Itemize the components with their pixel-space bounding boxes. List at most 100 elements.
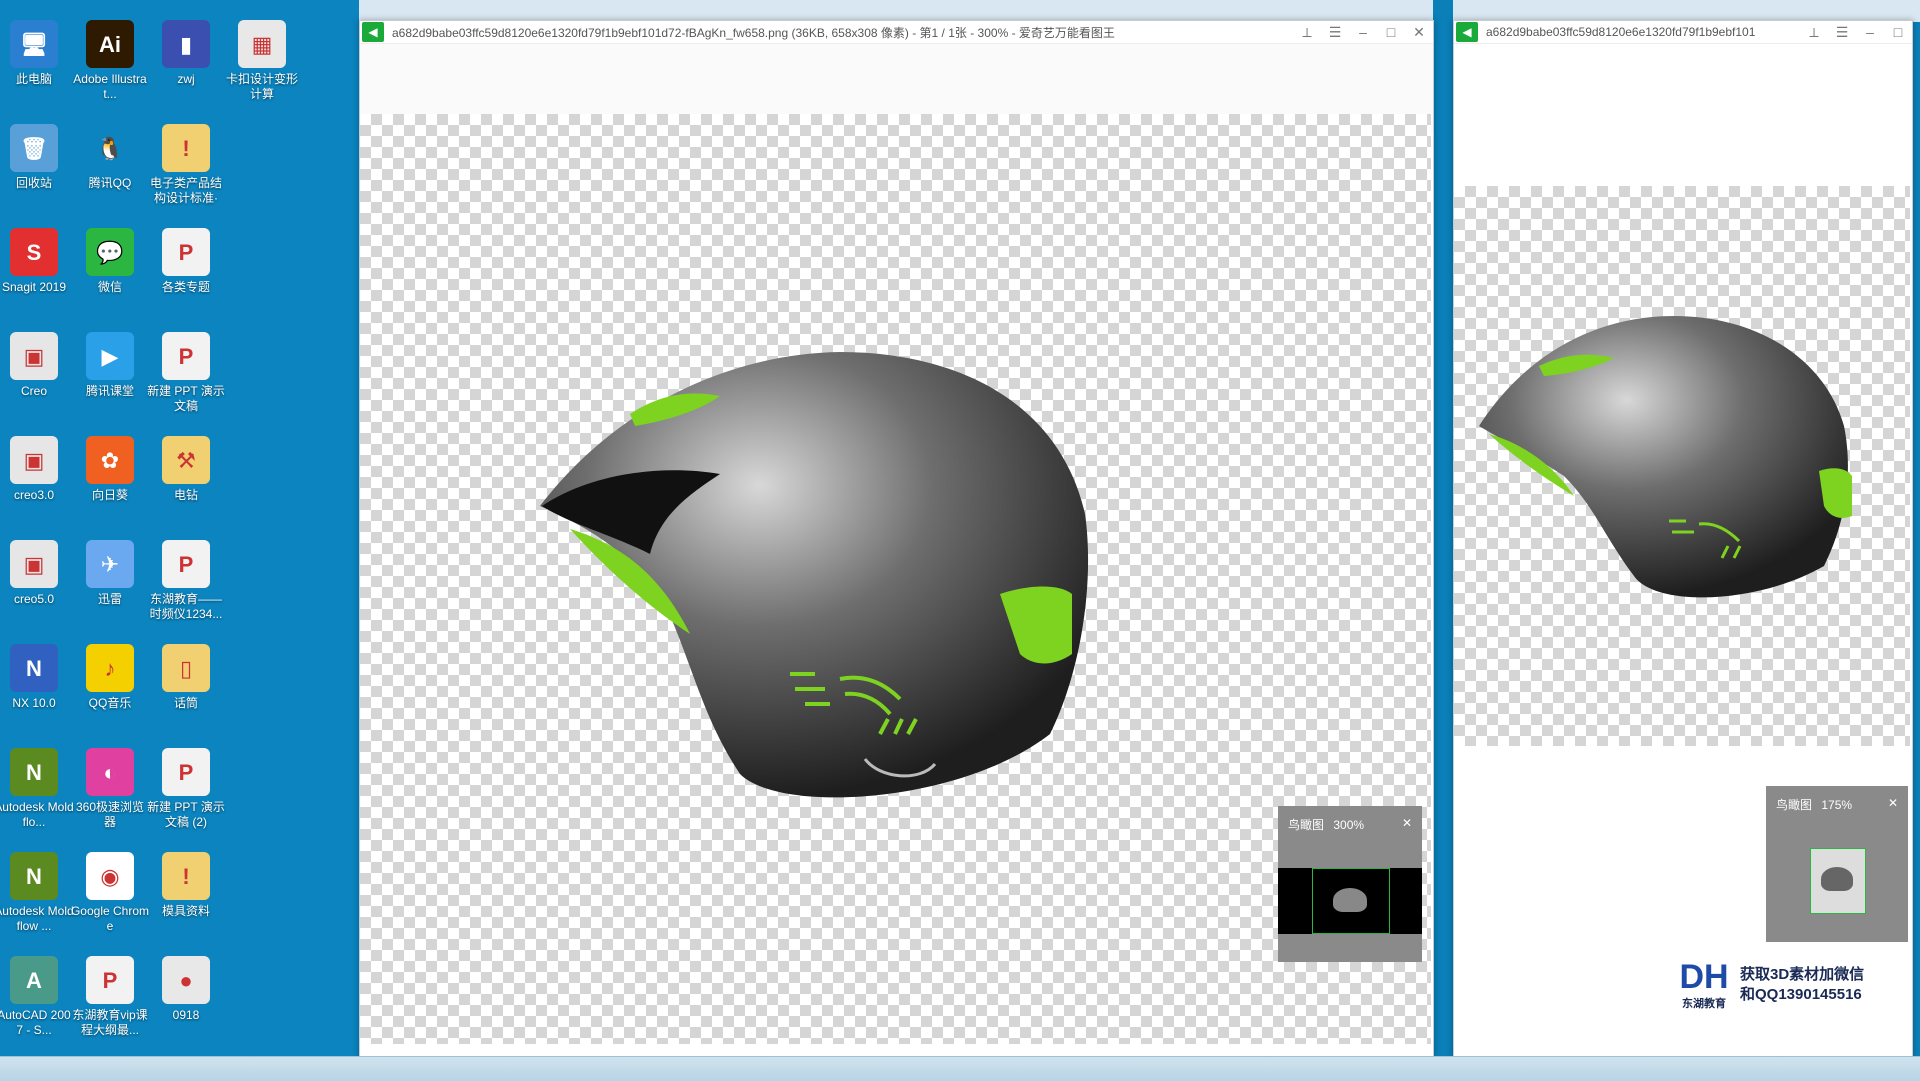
navigator-label-2: 鸟瞰图 <box>1776 798 1813 812</box>
desktop-icon-label: 向日葵 <box>91 488 128 502</box>
app-icon: ⚒ <box>162 436 210 484</box>
desktop-icon-label: 腾讯课堂 <box>85 384 134 398</box>
desktop-icon-label: Snagit 2019 <box>1 280 67 294</box>
desktop-icon-label: 此电脑 <box>15 72 52 86</box>
desktop-icon[interactable]: ▶ 腾讯课堂 <box>70 332 150 399</box>
navigator-zoom-2: 175% <box>1821 798 1853 812</box>
navigator-helmet-thumb-2 <box>1821 867 1853 891</box>
app-icon: P <box>162 332 210 380</box>
desktop-icon[interactable]: 🐧 腾讯QQ <box>70 124 150 191</box>
desktop-icon-label: 话筒 <box>173 696 198 710</box>
desktop-icon-label: 迅雷 <box>97 592 122 606</box>
viewer2-titlebar[interactable]: ◀ a682d9babe03ffc59d8120e6e1320fd79f1b9e… <box>1454 21 1912 44</box>
image-canvas[interactable] <box>360 114 1431 1044</box>
desktop-icon-label: Adobe Illustrat... <box>73 72 147 101</box>
desktop-icon[interactable]: N Autodesk Moldflow ... <box>0 852 74 934</box>
app-icon: ▣ <box>10 436 58 484</box>
app-icon: ◐ <box>86 748 134 796</box>
desktop-icon[interactable]: 💬 微信 <box>70 228 150 295</box>
viewer-app-icon: ◀ <box>362 22 384 42</box>
navigator-close-icon[interactable]: ✕ <box>1402 816 1412 833</box>
desktop-icon-label: 新建 PPT 演示文稿 (2) <box>147 800 225 829</box>
app-icon: P <box>162 228 210 276</box>
desktop-icon[interactable]: ♪ QQ音乐 <box>70 644 150 711</box>
watermark-line1: 获取3D素材加微信 <box>1740 966 1865 983</box>
desktop-icon[interactable]: ▣ creo3.0 <box>0 436 74 503</box>
navigator-zoom: 300% <box>1333 818 1365 832</box>
desktop-icon[interactable]: ▣ creo5.0 <box>0 540 74 607</box>
desktop-icon-label: Autodesk Moldflow ... <box>0 904 74 933</box>
desktop-icon[interactable]: ▣ Creo <box>0 332 74 399</box>
pin-icon-2[interactable]: ⟂ <box>1800 24 1828 41</box>
desktop-icon[interactable]: S Snagit 2019 <box>0 228 74 295</box>
desktop-icon[interactable]: N NX 10.0 <box>0 644 74 711</box>
desktop-icon[interactable]: P 东湖教育vip课程大纲最... <box>70 956 150 1038</box>
navigator-close-icon-2[interactable]: ✕ <box>1888 796 1898 813</box>
desktop-icon[interactable]: ◐ 360极速浏览器 <box>70 748 150 830</box>
desktop-icon-label: NX 10.0 <box>12 696 56 710</box>
app-icon: 🗑 <box>10 124 58 172</box>
pin-icon[interactable]: ⟂ <box>1293 24 1321 41</box>
viewer2-app-icon: ◀ <box>1456 22 1478 42</box>
desktop-icon[interactable]: P 新建 PPT 演示文稿 <box>146 332 226 414</box>
viewer-titlebar[interactable]: ◀ a682d9babe03ffc59d8120e6e1320fd79f1b9e… <box>360 21 1433 44</box>
desktop-icon[interactable]: P 各类专题 <box>146 228 226 295</box>
desktop-icon[interactable]: A AutoCAD 2007 - S... <box>0 956 74 1038</box>
desktop-icon[interactable]: ! 模具资料 <box>146 852 226 919</box>
desktop: 🖥 此电脑 Ai Adobe Illustrat... ▮ zwj ▦ 卡扣设计变形计算 🗑 回收… <box>0 0 359 1056</box>
maximize-button[interactable]: □ <box>1377 24 1405 40</box>
app-icon: A <box>10 956 58 1004</box>
desktop-icon[interactable]: P 新建 PPT 演示文稿 (2) <box>146 748 226 830</box>
watermark: DH 东湖教育 获取3D素材加微信 和QQ1390145516 <box>1674 959 1864 1011</box>
desktop-icon[interactable]: Ai Adobe Illustrat... <box>70 20 150 102</box>
desktop-icon[interactable]: ! 电子类产品结构设计标准· <box>146 124 226 206</box>
minimize-button[interactable]: – <box>1349 24 1377 40</box>
desktop-icon[interactable]: ▦ 卡扣设计变形计算 <box>222 20 302 102</box>
app-icon: N <box>10 852 58 900</box>
image-viewer-second-window: ◀ a682d9babe03ffc59d8120e6e1320fd79f1b9e… <box>1453 20 1913 1058</box>
image-viewer-main-window: ◀ a682d9babe03ffc59d8120e6e1320fd79f1b9e… <box>359 20 1434 1058</box>
app-icon: S <box>10 228 58 276</box>
image-canvas-2[interactable] <box>1454 186 1910 746</box>
desktop-icon[interactable]: ✈ 迅雷 <box>70 540 150 607</box>
desktop-icon-label: 各类专题 <box>161 280 210 294</box>
desktop-icon-label: creo3.0 <box>13 488 55 502</box>
desktop-icon[interactable]: ◉ Google Chrome <box>70 852 150 934</box>
watermark-logo-text: 东湖教育 <box>1682 998 1726 1010</box>
desktop-icon-label: 新建 PPT 演示文稿 <box>147 384 225 413</box>
minimize-button-2[interactable]: – <box>1856 24 1884 40</box>
desktop-icon[interactable]: P 东湖教育——时频仪1234... <box>146 540 226 622</box>
desktop-icon[interactable]: ▯ 话筒 <box>146 644 226 711</box>
viewer2-title: a682d9babe03ffc59d8120e6e1320fd79f1b9ebf… <box>1486 25 1756 39</box>
app-icon: ▮ <box>162 20 210 68</box>
app-icon: 🖥 <box>10 20 58 68</box>
navigator-thumbnail[interactable] <box>1278 868 1422 934</box>
desktop-icon[interactable]: ● 0918 <box>146 956 226 1023</box>
desktop-icon[interactable]: N Autodesk Moldflo... <box>0 748 74 830</box>
navigator-panel[interactable]: 鸟瞰图 300% ✕ <box>1278 806 1422 962</box>
desktop-icon-label: Google Chrome <box>70 904 150 933</box>
helmet-image <box>540 352 1089 798</box>
app-icon: ▯ <box>162 644 210 692</box>
watermark-logo: DH 东湖教育 <box>1674 959 1734 1011</box>
app-icon: N <box>10 644 58 692</box>
desktop-icon[interactable]: 🖥 此电脑 <box>0 20 74 87</box>
maximize-button-2[interactable]: □ <box>1884 24 1912 40</box>
desktop-icon[interactable]: 🗑 回收站 <box>0 124 74 191</box>
desktop-icon[interactable]: ⚒ 电钻 <box>146 436 226 503</box>
desktop-icon-label: 微信 <box>97 280 122 294</box>
close-button[interactable]: ✕ <box>1405 24 1433 41</box>
app-icon: ▣ <box>10 332 58 380</box>
desktop-icon-label: creo5.0 <box>13 592 55 606</box>
app-icon: 💬 <box>86 228 134 276</box>
viewer-title: a682d9babe03ffc59d8120e6e1320fd79f1b9ebf… <box>392 25 1115 40</box>
desktop-icon[interactable]: ✿ 向日葵 <box>70 436 150 503</box>
menu-icon-2[interactable]: ☰ <box>1828 24 1856 41</box>
menu-icon[interactable]: ☰ <box>1321 24 1349 41</box>
navigator-helmet-thumb <box>1333 888 1367 912</box>
desktop-icon-label: zwj <box>177 72 195 86</box>
navigator-thumbnail-2[interactable] <box>1810 848 1866 914</box>
navigator-panel-2[interactable]: 鸟瞰图 175% ✕ <box>1766 786 1908 942</box>
app-icon: ▦ <box>238 20 286 68</box>
desktop-icon[interactable]: ▮ zwj <box>146 20 226 87</box>
